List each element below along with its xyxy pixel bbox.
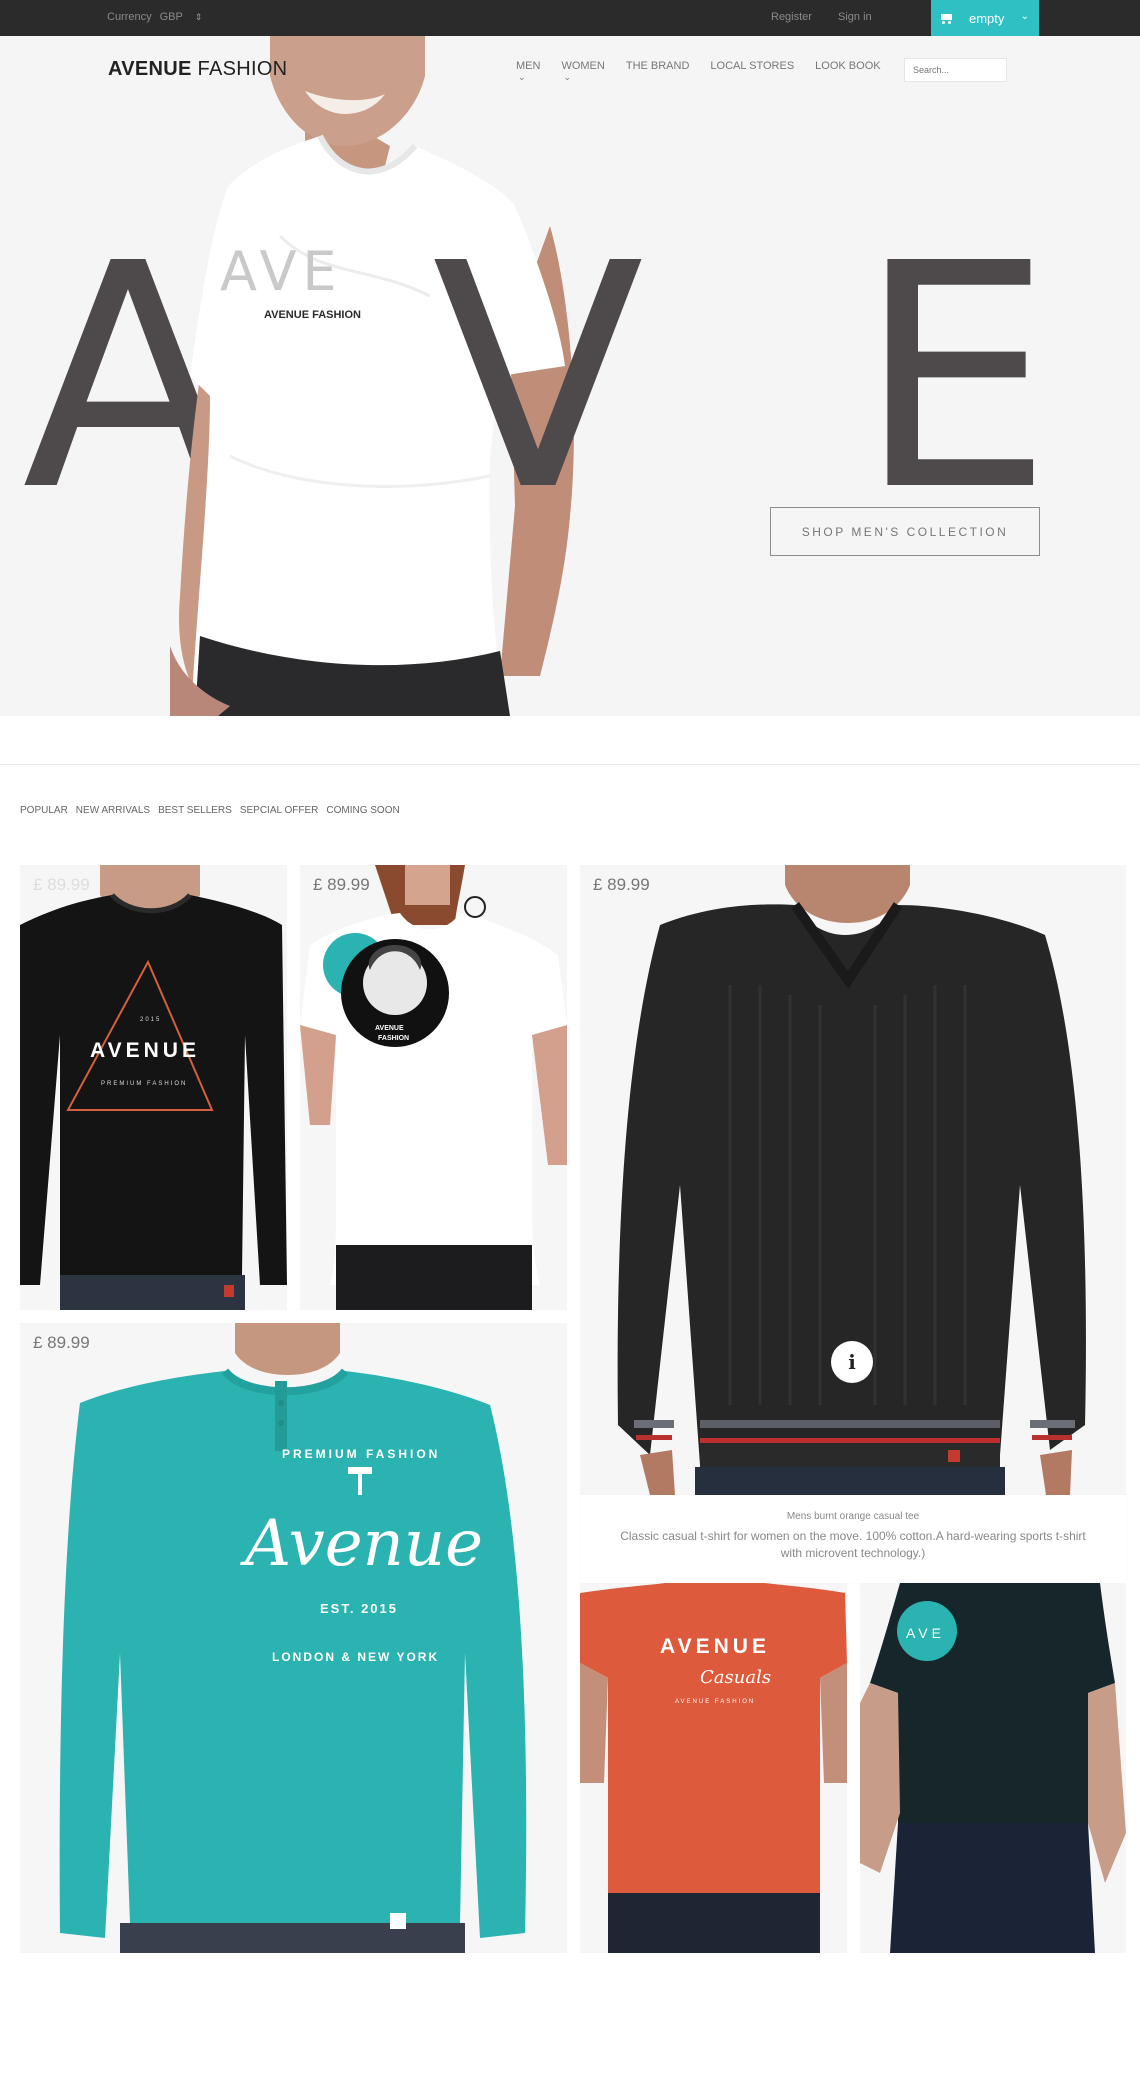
shop-mens-collection-button[interactable]: SHOP MEN'S COLLECTION	[770, 507, 1040, 556]
cart-button[interactable]: empty ⌄	[931, 0, 1039, 36]
product-image: PREMIUM FASHION Avenue EST. 2015 LONDON …	[59, 1323, 527, 1953]
chevron-down-icon: ⌄	[563, 72, 571, 82]
product-price: £ 89.99	[33, 875, 90, 894]
nav-item-look-book[interactable]: LOOK BOOK	[815, 60, 880, 72]
search-input[interactable]	[904, 58, 1007, 82]
shirt-print-letters: AVE	[220, 240, 343, 303]
product-price: £ 89.99	[33, 1333, 90, 1352]
product-image: AVENUE FASHION	[300, 865, 567, 1310]
tab-best-sellers[interactable]: BEST SELLERS	[158, 805, 232, 816]
nav-item-local-stores[interactable]: LOCAL STORES	[710, 60, 794, 72]
print-title: AVE	[906, 1625, 945, 1641]
tab-coming-soon[interactable]: COMING SOON	[326, 805, 399, 816]
product-info-description: Classic casual t-shirt for women on the …	[620, 1529, 1086, 1560]
tab-popular[interactable]: POPULAR	[20, 805, 68, 816]
product-card[interactable]: AVE	[860, 1583, 1126, 1953]
top-bar: Currency GBP ⇕ Register Sign in empty ⌄	[0, 0, 1140, 36]
print-title: AVENUE	[375, 1025, 404, 1032]
print-subtitle: PREMIUM FASHION	[101, 1081, 187, 1087]
sort-arrows-icon: ⇕	[194, 11, 203, 22]
product-price: £ 89.99	[313, 875, 370, 894]
product-info-panel: Mens burnt orange casual tee Classic cas…	[580, 1495, 1126, 1583]
product-image	[617, 865, 1086, 1495]
nav-item-the-brand[interactable]: THE BRAND	[626, 60, 690, 72]
chevron-down-icon: ⌄	[518, 72, 526, 82]
product-filter-tabs: POPULAR NEW ARRIVALS BEST SELLERS SEPCIA…	[20, 805, 400, 816]
tab-new-arrivals[interactable]: NEW ARRIVALS	[76, 805, 150, 816]
product-card[interactable]: £ 89.99 AVENUE FASHION	[300, 865, 567, 1310]
main-nav: MEN ⌄ WOMEN ⌄ THE BRAND LOCAL STORES LOOK …	[516, 60, 881, 82]
chevron-down-icon: ⌄	[1020, 11, 1029, 22]
hero-banner: A AVE AVENUE FASHION V E AVENUE FASHION …	[0, 36, 1140, 716]
product-image: 2015 AVENUE PREMIUM FASHION	[20, 865, 287, 1310]
nav-item-men[interactable]: MEN ⌄	[516, 60, 540, 82]
shirt-print-text: AVENUE FASHION	[264, 309, 361, 321]
product-card[interactable]: £ 89.99	[580, 865, 1126, 1495]
print-year: 2015	[140, 1017, 161, 1023]
product-card[interactable]: AVENUE Casuals AVENUE FASHION	[580, 1583, 847, 1953]
print-top: PREMIUM FASHION	[282, 1447, 440, 1461]
info-icon[interactable]: i	[831, 1341, 873, 1383]
nav-item-women[interactable]: WOMEN ⌄	[561, 60, 604, 82]
signin-link[interactable]: Sign in	[838, 11, 872, 23]
cart-status: empty	[969, 10, 1005, 26]
currency-selector[interactable]: Currency GBP ⇕	[107, 11, 202, 23]
product-image: AVE	[860, 1583, 1126, 1953]
print-est: EST. 2015	[320, 1601, 398, 1616]
currency-label: Currency	[107, 11, 152, 23]
print-subtitle: Casuals	[700, 1667, 771, 1688]
register-link[interactable]: Register	[771, 11, 812, 23]
currency-value: GBP	[159, 11, 183, 23]
site-logo[interactable]: AVENUE FASHION	[108, 58, 287, 81]
tab-special-offer[interactable]: SEPCIAL OFFER	[240, 805, 319, 816]
product-info-title: Mens burnt orange casual tee	[786, 1511, 920, 1522]
cart-icon	[939, 13, 953, 24]
hero-letter-e: E	[857, 198, 1053, 559]
section-divider	[0, 764, 1140, 765]
product-card[interactable]: £ 89.99 2015 AVENUE PREMIUM FASHION	[20, 865, 287, 1310]
print-title: AVENUE	[90, 1039, 200, 1062]
product-image: AVENUE Casuals AVENUE FASHION	[580, 1583, 847, 1953]
print-subtitle: FASHION	[378, 1035, 409, 1042]
hero-letter-v: V	[432, 198, 645, 559]
print-title: Avenue	[240, 1507, 483, 1581]
product-card[interactable]: £ 89.99 PREMIUM FASHION Avenue EST. 2015…	[20, 1323, 567, 1953]
print-title: AVENUE	[660, 1635, 770, 1658]
product-price: £ 89.99	[593, 875, 650, 894]
print-small: AVENUE FASHION	[675, 1699, 755, 1705]
print-bottom: LONDON & NEW YORK	[272, 1650, 439, 1664]
